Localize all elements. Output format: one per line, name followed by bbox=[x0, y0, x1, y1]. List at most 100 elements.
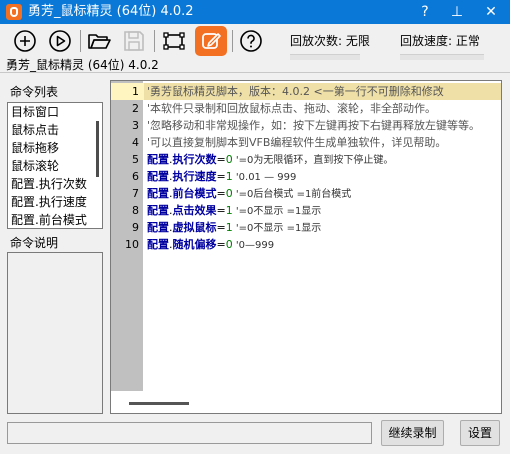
code-token: 随机偏移 bbox=[172, 238, 217, 251]
scrollbar-thumb[interactable] bbox=[129, 402, 189, 405]
code-token: '勇芳鼠标精灵脚本，版本：4.0.2 <一第一行不可删除和修改 bbox=[147, 85, 444, 98]
code-token: = bbox=[216, 153, 226, 166]
code-text: '可以直接复制脚本到VFB编程软件生成单独软件，详见帮助。 bbox=[144, 134, 501, 151]
code-token: 0 bbox=[225, 238, 233, 251]
help-icon[interactable] bbox=[238, 28, 264, 54]
line-number: 6 bbox=[132, 170, 139, 183]
toolbar-separator bbox=[80, 30, 81, 52]
horizontal-scrollbar[interactable] bbox=[111, 391, 501, 413]
help-title-button[interactable]: ? bbox=[410, 0, 440, 24]
code-line[interactable]: 3 '忽略移动和非常规操作，如：按下左键再按下右键再释放左键等等。 bbox=[111, 117, 501, 134]
code-text: 配置.虚拟鼠标=1 '=0不显示 =1显示 bbox=[144, 219, 501, 237]
code-token: 虚拟鼠标 bbox=[172, 221, 217, 234]
window-title: 勇芳_鼠标精灵 (64位) 4.0.2 bbox=[28, 4, 194, 19]
add-icon[interactable] bbox=[12, 28, 38, 54]
play-speed-label: 回放速度: 正常 bbox=[400, 34, 480, 48]
script-editor[interactable]: 1 '勇芳鼠标精灵脚本，版本：4.0.2 <一第一行不可删除和修改 2 '本软件只录制… bbox=[110, 80, 502, 414]
code-token: 配置 bbox=[147, 204, 169, 217]
code-text: 配置.执行次数=0 '=0为无限循环，直到按下停止键。 bbox=[144, 151, 501, 169]
code-token: 配置 bbox=[147, 187, 169, 200]
edit-icon[interactable] bbox=[195, 26, 227, 56]
code-line[interactable]: 9 配置.虚拟鼠标=1 '=0不显示 =1显示 bbox=[111, 219, 501, 237]
code-token: = bbox=[216, 238, 226, 251]
list-item[interactable]: 配置.执行速度 bbox=[8, 193, 102, 211]
list-item[interactable]: 目标窗口 bbox=[8, 103, 102, 121]
toolbar-separator bbox=[154, 30, 155, 52]
code-token: '=0不显示 =1显示 bbox=[232, 223, 322, 234]
code-line[interactable]: 4 '可以直接复制脚本到VFB编程软件生成单独软件，详见帮助。 bbox=[111, 134, 501, 151]
app-logo-icon bbox=[6, 4, 22, 20]
list-item[interactable]: 配置.执行次数 bbox=[8, 175, 102, 193]
toolbar-separator bbox=[232, 30, 233, 52]
line-number: 4 bbox=[132, 136, 139, 149]
save-icon[interactable] bbox=[121, 28, 147, 54]
line-number: 10 bbox=[125, 238, 139, 251]
close-button[interactable]: ✕ bbox=[476, 0, 506, 24]
code-token: '本软件只录制和回放鼠标点击、拖动、滚轮，非全部动作。 bbox=[147, 102, 437, 115]
code-line[interactable]: 1 '勇芳鼠标精灵脚本，版本：4.0.2 <一第一行不可删除和修改 bbox=[111, 83, 501, 100]
list-item[interactable]: 鼠标拖移 bbox=[8, 139, 102, 157]
code-line[interactable]: 10 配置.随机偏移=0 '0—999 bbox=[111, 236, 501, 253]
code-text: 配置.执行速度=1 '0.01 — 999 bbox=[144, 168, 501, 186]
code-token: '忽略移动和非常规操作，如：按下左键再按下右键再释放左键等等。 bbox=[147, 119, 481, 132]
code-text: '忽略移动和非常规操作，如：按下左键再按下右键再释放左键等等。 bbox=[144, 117, 501, 134]
play-count-bar bbox=[290, 54, 360, 60]
code-token: '=0不显示 =1显示 bbox=[232, 206, 322, 217]
code-token: 0 bbox=[225, 153, 233, 166]
code-token: 1 bbox=[225, 221, 233, 234]
play-icon[interactable] bbox=[47, 28, 73, 54]
folder-open-icon[interactable] bbox=[86, 28, 112, 54]
code-line[interactable]: 6 配置.执行速度=1 '0.01 — 999 bbox=[111, 168, 501, 186]
code-text: 配置.点击效果=1 '=0不显示 =1显示 bbox=[144, 202, 501, 220]
play-speed-bar bbox=[400, 54, 484, 60]
code-token: 配置 bbox=[147, 238, 169, 251]
code-line[interactable]: 8 配置.点击效果=1 '=0不显示 =1显示 bbox=[111, 202, 501, 220]
pin-icon[interactable]: ⊥ bbox=[442, 0, 472, 24]
code-token: = bbox=[216, 187, 226, 200]
code-token: 0 bbox=[225, 187, 233, 200]
title-bar: 勇芳_鼠标精灵 (64位) 4.0.2 ? ⊥ ✕ bbox=[0, 0, 510, 24]
code-text: 配置.前台模式=0 '=0后台模式 =1前台模式 bbox=[144, 185, 501, 203]
code-text: '勇芳鼠标精灵脚本，版本：4.0.2 <一第一行不可删除和修改 bbox=[144, 83, 501, 100]
code-token: 执行速度 bbox=[172, 170, 217, 183]
code-token: 配置 bbox=[147, 170, 169, 183]
play-count-label: 回放次数: 无限 bbox=[290, 34, 370, 48]
toolbar-divider bbox=[0, 72, 510, 73]
code-token: 配置 bbox=[147, 221, 169, 234]
code-token: '0—999 bbox=[232, 240, 275, 251]
code-token: 配置 bbox=[147, 153, 169, 166]
code-line[interactable]: 2 '本软件只录制和回放鼠标点击、拖动、滚轮，非全部动作。 bbox=[111, 100, 501, 117]
command-list[interactable]: 目标窗口 鼠标点击 鼠标拖移 鼠标滚轮 配置.执行次数 配置.执行速度 配置.前… bbox=[7, 102, 103, 229]
code-text: '本软件只录制和回放鼠标点击、拖动、滚轮，非全部动作。 bbox=[144, 100, 501, 117]
list-item[interactable]: 鼠标滚轮 bbox=[8, 157, 102, 175]
code-token: = bbox=[216, 221, 226, 234]
code-token: '=0为无限循环，直到按下停止键。 bbox=[232, 155, 394, 166]
code-token: = bbox=[216, 204, 226, 217]
command-description-box bbox=[7, 252, 103, 414]
command-list-scrollbar[interactable] bbox=[96, 121, 99, 177]
line-number: 8 bbox=[132, 204, 139, 217]
list-item[interactable]: 鼠标点击 bbox=[8, 121, 102, 139]
continue-record-button[interactable]: 继续录制 bbox=[381, 420, 444, 446]
line-number: 3 bbox=[132, 119, 139, 132]
code-token: '可以直接复制脚本到VFB编程软件生成单独软件，详见帮助。 bbox=[147, 136, 447, 149]
code-token: = bbox=[216, 170, 226, 183]
play-speed-status: 回放速度: 正常 bbox=[400, 28, 500, 68]
command-desc-title: 命令说明 bbox=[10, 236, 59, 250]
settings-button[interactable]: 设置 bbox=[460, 420, 500, 446]
code-line[interactable]: 5 配置.执行次数=0 '=0为无限循环，直到按下停止键。 bbox=[111, 151, 501, 169]
code-line[interactable]: 7 配置.前台模式=0 '=0后台模式 =1前台模式 bbox=[111, 185, 501, 203]
command-list-title: 命令列表 bbox=[10, 85, 59, 99]
code-token: 执行次数 bbox=[172, 153, 217, 166]
code-token: 1 bbox=[225, 170, 233, 183]
region-select-icon[interactable] bbox=[161, 28, 187, 54]
code-token: '=0后台模式 =1前台模式 bbox=[232, 189, 352, 200]
line-number: 7 bbox=[132, 187, 139, 200]
list-item[interactable]: 配置.前台模式 bbox=[8, 211, 102, 228]
line-number: 9 bbox=[132, 221, 139, 234]
line-number: 5 bbox=[132, 153, 139, 166]
line-number: 1 bbox=[132, 85, 139, 98]
code-token: 1 bbox=[225, 204, 233, 217]
status-field bbox=[7, 422, 372, 444]
app-subtitle: 勇芳_鼠标精灵 (64位) 4.0.2 bbox=[6, 58, 159, 72]
